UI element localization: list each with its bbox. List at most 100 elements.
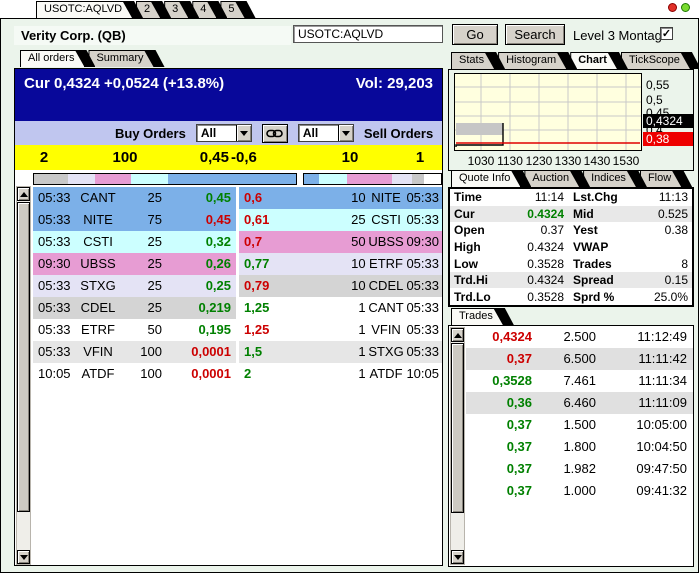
- sell-filter-select[interactable]: All: [297, 124, 354, 142]
- level2-montage-app: USOTC:AQLVD 2 3 4 5 Verity Corp. (QB) Go…: [0, 0, 699, 575]
- quote-row: Trd.Hi 0.4324 Spread 0.15: [450, 271, 692, 289]
- trade-row: 0,37 1.800 10:04:50: [506, 439, 687, 454]
- buy-orders-column: 05:33 CANT 25 0,45 05:33 NITE 75 0,45 05:33 CST…: [33, 187, 236, 385]
- quote-row: Open 0.37 Yest 0.38: [454, 223, 688, 238]
- sell-orders-column: 0,6 10 NITE 05:33 0,61 25 CSTI 05:33 0,7 50 UBSS…: [239, 187, 442, 385]
- trade-row: 0,4324 2.500 11:12:49: [492, 329, 687, 344]
- tab-chart[interactable]: Chart: [570, 52, 628, 69]
- best-bid: 0,45: [199, 149, 229, 166]
- link-sides-button[interactable]: [261, 123, 288, 143]
- chart-canvas: [455, 74, 641, 150]
- sell-order-row[interactable]: 1,25 1 CANT 05:33: [239, 297, 442, 319]
- y-axis-tick: 0,55: [646, 78, 670, 92]
- quote-tabs: Quote Info Auction Indices Flow: [451, 170, 685, 187]
- sell-order-row[interactable]: 1,25 1 VFIN 05:33: [239, 319, 442, 341]
- tab-indices[interactable]: Indices: [583, 170, 647, 187]
- spread-band: [456, 123, 503, 135]
- chevron-down-icon[interactable]: [235, 125, 251, 141]
- trade-row: 0,37 6.500 11:11:42: [466, 348, 693, 370]
- tab-all-orders[interactable]: All orders: [20, 50, 95, 67]
- tab-summary[interactable]: Summary: [88, 50, 164, 67]
- search-button[interactable]: Search: [505, 24, 565, 45]
- buy-filter-select[interactable]: All: [195, 124, 252, 142]
- trades-scrollbar[interactable]: [450, 327, 465, 565]
- bid-mm-count: 2: [39, 149, 49, 166]
- trade-row: 0,36 6.460 11:11:09: [466, 392, 693, 414]
- scroll-up-icon[interactable]: [451, 328, 464, 342]
- workspace-tab-symbol[interactable]: USOTC:AQLVD: [36, 1, 143, 18]
- buy-orders-label: Buy Orders: [115, 125, 186, 141]
- sell-depth-ribbon: [303, 173, 442, 185]
- level3-montage-label: Level 3 Montage: [573, 28, 670, 43]
- bid-size: 100: [112, 149, 138, 166]
- scrollbar-thumb[interactable]: [17, 202, 30, 512]
- sell-order-row[interactable]: 2 1 ATDF 10:05: [239, 363, 442, 385]
- buy-order-row[interactable]: 09:30 UBSS 25 0,26: [33, 253, 236, 275]
- x-axis-tick: 1030: [467, 154, 495, 168]
- sell-order-row[interactable]: 0,77 10 ETRF 05:33: [239, 253, 442, 275]
- trades-panel: 0,4324 2.500 11:12:49 0,37 6.500 11:11:42 0,…: [448, 325, 694, 567]
- status-dot-green-icon: [681, 3, 690, 12]
- price-header: Cur 0,4324 +0,0524 (+13.8%) Vol: 29,203: [15, 69, 442, 121]
- buy-order-row[interactable]: 05:33 CDEL 25 0,219: [33, 297, 236, 319]
- trades-tab-strip: Trades: [451, 308, 507, 325]
- tab-histogram[interactable]: Histogram: [498, 52, 577, 69]
- buy-order-row[interactable]: 05:33 CSTI 25 0,32: [33, 231, 236, 253]
- yesterday-close-badge: 0,38: [643, 132, 693, 146]
- scroll-up-icon[interactable]: [17, 187, 30, 201]
- chart-plot-area: [454, 73, 642, 151]
- sell-order-row[interactable]: 0,7 50 UBSS 09:30: [239, 231, 442, 253]
- checkmark-icon: ✓: [661, 28, 672, 40]
- buy-order-row[interactable]: 10:05 ATDF 100 0,0001: [33, 363, 236, 385]
- tab-stats[interactable]: Stats: [451, 52, 505, 69]
- best-ask: -0,6: [231, 149, 257, 166]
- symbol-input[interactable]: [293, 25, 443, 43]
- buy-order-row[interactable]: 05:33 NITE 75 0,45: [33, 209, 236, 231]
- quote-info-table: Time 11:14 Lst.Chg 11:13 Cur 0.4324 Mid 0.525 …: [448, 187, 694, 307]
- trade-row: 0,3528 7.461 11:11:34: [492, 373, 687, 388]
- scrollbar-thumb[interactable]: [451, 343, 464, 513]
- workspace-tabs: USOTC:AQLVD 2 3 4 5: [36, 1, 249, 18]
- order-filter-bar: Buy Orders All All Sell Orders: [15, 121, 442, 145]
- buy-order-row[interactable]: 05:33 CANT 25 0,45: [33, 187, 236, 209]
- x-axis-tick: 1430: [583, 154, 611, 168]
- x-axis-tick: 1230: [525, 154, 553, 168]
- tab-quote-info[interactable]: Quote Info: [451, 170, 531, 187]
- tab-flow[interactable]: Flow: [640, 170, 692, 187]
- quote-row: Time 11:14 Lst.Chg 11:13: [454, 190, 688, 205]
- buy-order-row[interactable]: 05:33 VFIN 100 0,0001: [33, 341, 236, 363]
- sell-order-row[interactable]: 0,79 10 CDEL 05:33: [239, 275, 442, 297]
- inside-market-bar: 2 100 0,45 -0,6 10 1: [15, 145, 442, 170]
- montage-window: Verity Corp. (QB) Go Search Level 3 Mont…: [0, 18, 699, 573]
- quote-row: Cur 0.4324 Mid 0.525: [450, 205, 692, 223]
- trade-row: 0,37 1.000 09:41:32: [506, 483, 687, 498]
- orders-view-tabs: All orders Summary: [20, 50, 158, 67]
- volume-label: Vol: 29,203: [355, 75, 433, 92]
- current-price-badge: 0,4324: [643, 114, 693, 128]
- tab-auction[interactable]: Auction: [524, 170, 590, 187]
- montage-panel: Cur 0,4324 +0,0524 (+13.8%) Vol: 29,203 …: [14, 68, 443, 566]
- sell-order-row[interactable]: 0,6 10 NITE 05:33: [239, 187, 442, 209]
- x-axis-tick: 1330: [554, 154, 582, 168]
- scroll-down-icon[interactable]: [451, 550, 464, 564]
- tab-trades[interactable]: Trades: [451, 308, 514, 325]
- intraday-chart-panel: 0,55 0,5 0,45 0,4 0,4324 0,38 1030 1130 …: [448, 69, 694, 171]
- quote-row: Trd.Lo 0.3528 Sprd % 25.0%: [454, 289, 688, 304]
- sell-order-row[interactable]: 0,61 25 CSTI 05:33: [239, 209, 442, 231]
- quote-row: High 0.4324 VWAP: [454, 240, 609, 255]
- buy-order-row[interactable]: 05:33 STXG 25 0,25: [33, 275, 236, 297]
- x-axis-tick: 1130: [497, 154, 523, 168]
- x-axis-tick: 1530: [612, 154, 640, 168]
- go-button[interactable]: Go: [452, 24, 498, 45]
- scroll-down-icon[interactable]: [17, 550, 30, 564]
- chevron-down-icon[interactable]: [337, 125, 353, 141]
- status-dot-red-icon: [668, 3, 677, 12]
- level3-montage-checkbox[interactable]: ✓: [660, 27, 673, 40]
- buy-order-row[interactable]: 05:33 ETRF 50 0,195: [33, 319, 236, 341]
- y-axis-tick: 0,5: [646, 93, 663, 107]
- analysis-tabs: Stats Histogram Chart TickScope: [451, 52, 694, 69]
- orderbook-scrollbar[interactable]: [16, 186, 31, 565]
- sell-order-row[interactable]: 1,5 1 STXG 05:33: [239, 341, 442, 363]
- tab-tickscope[interactable]: TickScope: [621, 52, 699, 69]
- quote-row: Low 0.3528 Trades 8: [454, 256, 688, 271]
